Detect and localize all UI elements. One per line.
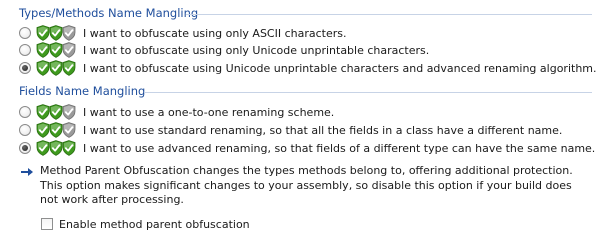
shield-check-icon	[49, 42, 63, 58]
arrow-right-icon	[21, 168, 33, 176]
security-rating-icon	[36, 25, 76, 41]
shield-check-icon	[49, 25, 63, 41]
option-fields-one-to-one[interactable]: I want to use a one-to-one renaming sche…	[19, 102, 334, 122]
checkbox-label: Enable method parent obfuscation	[59, 217, 250, 231]
shield-check-icon	[49, 60, 63, 76]
shield-check-icon	[49, 104, 63, 120]
option-types-unicode[interactable]: I want to obfuscate using only Unicode u…	[19, 40, 429, 60]
shield-check-inactive-icon	[62, 122, 76, 138]
shield-check-icon	[62, 60, 76, 76]
radio-button[interactable]	[19, 142, 31, 154]
option-label: I want to obfuscate using only Unicode u…	[83, 43, 430, 57]
shield-check-icon	[36, 42, 50, 58]
option-fields-advanced[interactable]: I want to use advanced renaming, so that…	[19, 138, 595, 158]
info-description: Method Parent Obfuscation changes the ty…	[40, 164, 573, 206]
radio-button[interactable]	[19, 27, 31, 39]
security-rating-icon	[36, 140, 76, 156]
security-rating-icon	[36, 60, 76, 76]
security-rating-icon	[36, 104, 76, 120]
shield-check-icon	[49, 122, 63, 138]
shield-check-inactive-icon	[62, 104, 76, 120]
option-label: I want to obfuscate using only ASCII cha…	[83, 26, 347, 40]
shield-check-icon	[36, 25, 50, 41]
shield-check-icon	[36, 60, 50, 76]
radio-button[interactable]	[19, 44, 31, 56]
radio-button[interactable]	[19, 106, 31, 118]
option-label: I want to use standard renaming, so that…	[83, 123, 563, 137]
checkbox[interactable]	[41, 218, 53, 230]
shield-check-inactive-icon	[62, 25, 76, 41]
section-title-types: Types/Methods Name Mangling	[19, 6, 199, 20]
option-label: I want to obfuscate using Unicode unprin…	[83, 61, 596, 75]
shield-check-icon	[36, 104, 50, 120]
section-divider-fields	[144, 92, 592, 93]
option-fields-standard[interactable]: I want to use standard renaming, so that…	[19, 120, 562, 140]
enable-method-parent-obfuscation[interactable]: Enable method parent obfuscation	[41, 216, 250, 232]
shield-check-inactive-icon	[62, 42, 76, 58]
shield-check-icon	[36, 140, 50, 156]
radio-button[interactable]	[19, 124, 31, 136]
shield-check-icon	[62, 140, 76, 156]
option-label: I want to use advanced renaming, so that…	[83, 141, 596, 155]
security-rating-icon	[36, 122, 76, 138]
security-rating-icon	[36, 42, 76, 58]
shield-check-icon	[36, 122, 50, 138]
section-divider-types	[186, 14, 592, 15]
radio-button[interactable]	[19, 62, 31, 74]
section-title-fields: Fields Name Mangling	[19, 84, 146, 98]
shield-check-icon	[49, 140, 63, 156]
option-types-unicode-advanced[interactable]: I want to obfuscate using Unicode unprin…	[19, 58, 596, 78]
option-label: I want to use a one-to-one renaming sche…	[83, 105, 335, 119]
